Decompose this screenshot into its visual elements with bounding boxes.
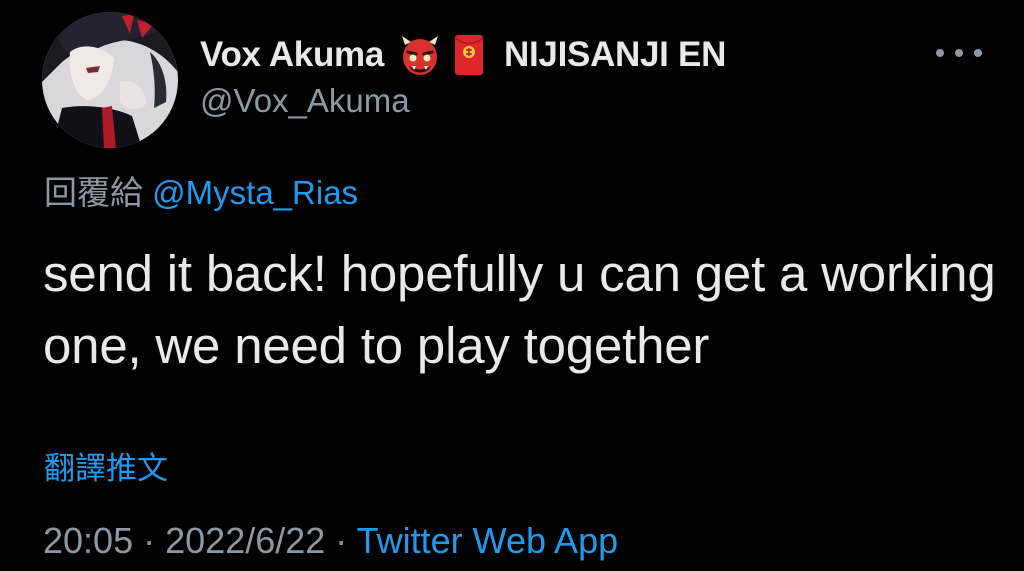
reply-to-mention[interactable]: @Mysta_Rias — [152, 174, 358, 211]
display-name[interactable]: Vox Akuma — [200, 35, 384, 75]
source-app-link[interactable]: Twitter Web App — [357, 520, 618, 561]
red-envelope-emoji-icon — [454, 33, 484, 77]
dot — [955, 49, 963, 57]
affiliation-label: NIJISANJI EN — [504, 35, 727, 74]
tweet-date[interactable]: 2022/6/22 — [165, 520, 325, 561]
tweet-time[interactable]: 20:05 — [43, 520, 133, 561]
separator: · — [335, 520, 348, 561]
author-handle[interactable]: @Vox_Akuma — [200, 82, 410, 120]
tweet-metadata: 20:05 · 2022/6/22 · Twitter Web App — [43, 520, 618, 562]
reply-prefix: 回覆給 — [44, 174, 143, 211]
avatar-image — [42, 12, 178, 148]
author-name-row: Vox Akuma NIJISANJI EN — [200, 30, 726, 80]
ogre-emoji-icon — [398, 33, 442, 77]
dot — [936, 49, 944, 57]
translate-tweet-link[interactable]: 翻譯推文 — [44, 443, 168, 488]
dot — [974, 49, 982, 57]
separator: · — [143, 520, 156, 561]
more-icon[interactable] — [936, 38, 982, 68]
tweet: Vox Akuma NIJISANJI EN @Vox_Akuma 回覆給 @M… — [0, 0, 1024, 571]
tweet-text: send it back! hopefully u can get a work… — [43, 245, 996, 374]
reply-context: 回覆給 @Mysta_Rias — [44, 166, 358, 214]
avatar[interactable] — [42, 12, 178, 148]
